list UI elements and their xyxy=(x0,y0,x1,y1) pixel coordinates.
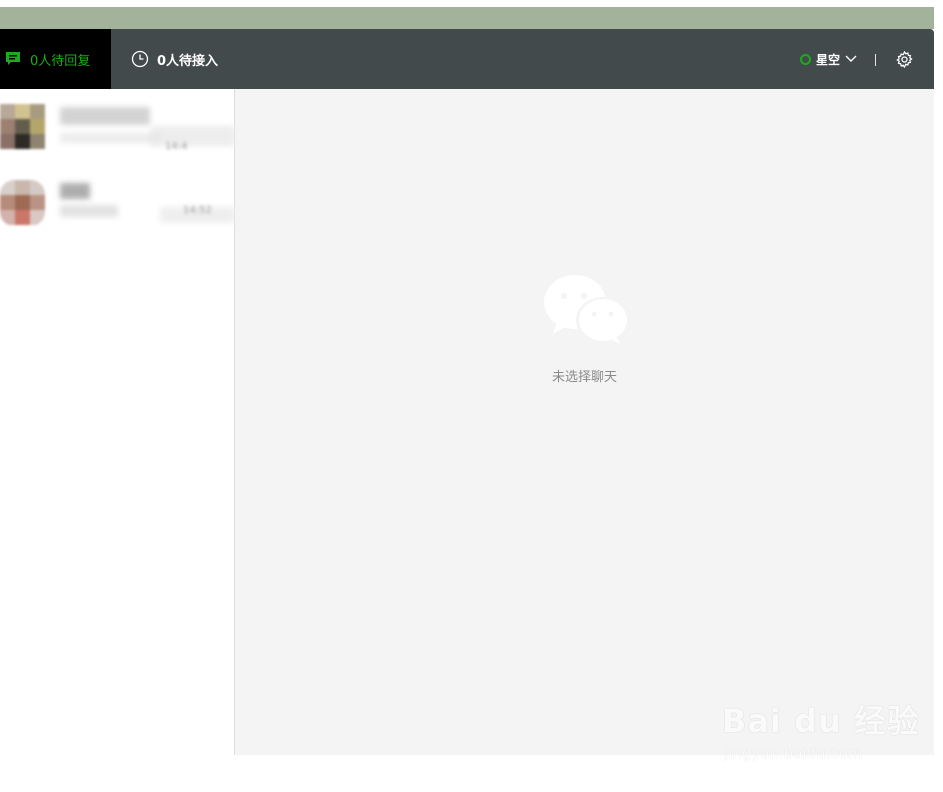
contact-name-redacted xyxy=(60,183,90,199)
contact-preview-redacted xyxy=(60,133,160,143)
watermark-domain: jingyan.baidu.com xyxy=(724,744,863,762)
tab-pending-reply-label: 0人待回复 xyxy=(30,53,91,69)
online-status-icon xyxy=(800,53,811,65)
clock-icon xyxy=(131,50,149,68)
gear-icon xyxy=(896,50,913,69)
list-item[interactable]: 14:4 xyxy=(0,101,235,171)
contact-preview-redacted xyxy=(60,205,118,217)
empty-state-text: 未选择聊天 xyxy=(551,370,617,385)
top-band xyxy=(0,7,934,29)
browser-top-strip xyxy=(0,0,943,29)
contact-time: 14:4 xyxy=(165,141,188,152)
top-bar: 0人待回复 0人待接入 星空 xyxy=(0,29,934,89)
smear-redaction xyxy=(150,126,235,146)
contact-name-redacted xyxy=(60,107,150,125)
tab-pending-access-label: 0人待接入 xyxy=(157,53,219,69)
chat-area: 未选择聊天 xyxy=(235,89,934,755)
header-divider xyxy=(875,54,876,66)
avatar xyxy=(0,104,45,150)
user-menu[interactable]: 星空 xyxy=(800,29,858,89)
contact-list: 14:4 14:52 xyxy=(0,89,235,755)
list-item[interactable]: 14:52 xyxy=(0,177,235,247)
settings-button[interactable] xyxy=(895,50,914,73)
chevron-down-icon xyxy=(845,55,857,62)
wechat-logo-icon xyxy=(544,275,630,344)
watermark-brand: Bai du 经验 xyxy=(722,702,920,740)
chat-bubble-icon xyxy=(6,52,20,65)
tab-pending-access[interactable]: 0人待接入 xyxy=(131,29,218,89)
contact-time: 14:52 xyxy=(183,205,212,216)
avatar xyxy=(0,180,45,226)
tab-pending-reply[interactable]: 0人待回复 xyxy=(0,29,111,89)
user-name: 星空 xyxy=(816,52,841,67)
